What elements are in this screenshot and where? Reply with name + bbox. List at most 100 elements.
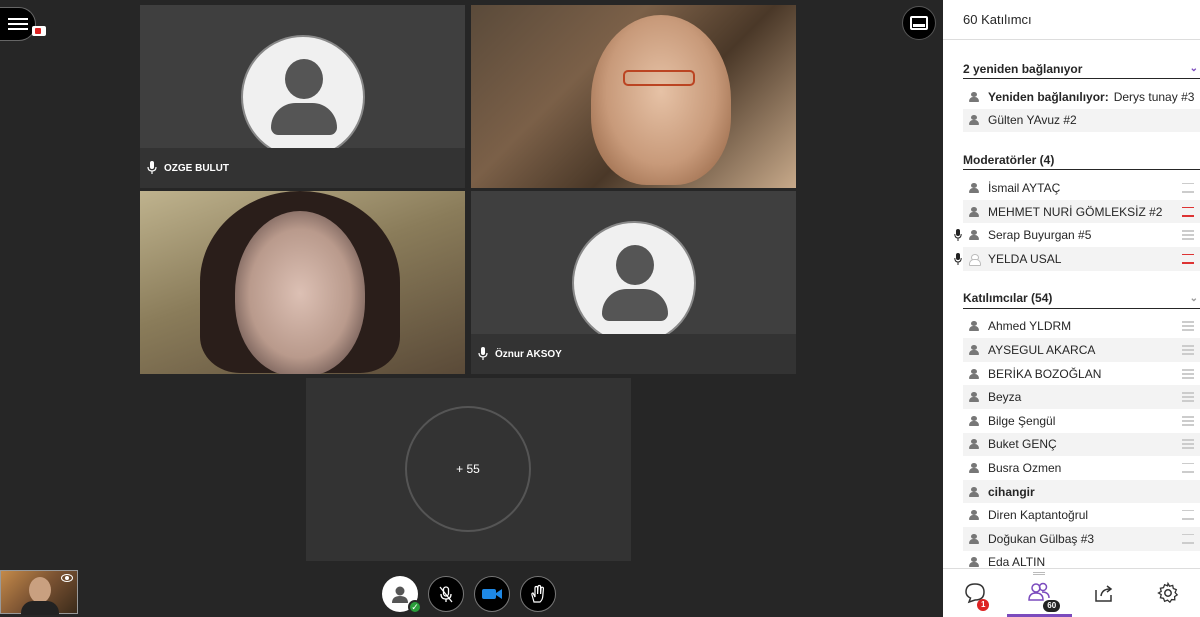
raise-hand-icon	[531, 584, 545, 603]
participant-video-feed	[591, 15, 731, 185]
participants-list[interactable]: 2 yeniden bağlanıyor ⌄ Yeniden bağlanılı…	[943, 41, 1200, 568]
video-tile-oznur-aksoy[interactable]: Öznur AKSOY	[471, 191, 796, 374]
microphone-icon	[478, 347, 488, 360]
layout-toggle-button[interactable]	[902, 6, 936, 40]
device-alert-icon	[1182, 206, 1194, 217]
raise-hand-button[interactable]	[520, 576, 556, 612]
list-item[interactable]: Ahmed YLDRM	[963, 315, 1200, 339]
device-icon	[1182, 321, 1194, 332]
tab-settings[interactable]	[1136, 569, 1200, 617]
section-participants[interactable]: Katılımcılar (54) ⌄	[963, 289, 1200, 309]
video-tile-ozge-bulut[interactable]: OZGE BULUT	[140, 5, 465, 188]
person-icon	[969, 91, 979, 102]
list-item[interactable]: Yeniden bağlanılıyor: Derys tunay #3	[963, 85, 1200, 109]
panel-title: 60 Katılımcı	[943, 0, 1200, 40]
participant-name: İsmail AYTAÇ	[988, 180, 1061, 195]
participant-name: Doğukan Gülbaş #3	[988, 531, 1095, 546]
hamburger-icon	[7, 18, 28, 30]
person-icon	[969, 206, 979, 217]
list-item[interactable]: AYSEGUL AKARCA	[963, 338, 1200, 362]
tile-participant-name: Öznur AKSOY	[495, 348, 562, 360]
participant-name: Bilge Şengül	[988, 413, 1056, 428]
eye-icon[interactable]	[61, 574, 73, 582]
section-moderators[interactable]: Moderatörler (4)	[963, 150, 1200, 171]
list-item[interactable]: Diren Kaptantoğrul	[963, 503, 1200, 527]
self-video-feed	[21, 577, 59, 615]
device-icon	[1182, 230, 1194, 241]
drag-handle-icon[interactable]	[1033, 572, 1046, 575]
participant-name: BERİKA BOZOĞLAN	[988, 366, 1102, 381]
more-participants-tile[interactable]: + 55	[306, 378, 631, 561]
person-icon	[969, 230, 979, 241]
video-tile-camera-2[interactable]	[140, 191, 465, 374]
list-item[interactable]: Bilge Şengül	[963, 409, 1200, 433]
person-icon	[969, 557, 979, 568]
participant-name: AYSEGUL AKARCA	[988, 342, 1096, 357]
tab-participants[interactable]: 60	[1007, 569, 1072, 617]
person-icon	[969, 392, 979, 403]
person-icon	[969, 368, 979, 379]
gear-icon	[1157, 581, 1179, 604]
list-item[interactable]: Beyza	[963, 385, 1200, 409]
person-icon	[969, 415, 979, 426]
tile-namebar: OZGE BULUT	[140, 148, 465, 188]
camera-icon	[482, 589, 502, 599]
list-item[interactable]: MEHMET NURİ GÖMLEKSİZ #2	[963, 199, 1200, 224]
person-icon	[969, 182, 979, 193]
list-item[interactable]: İsmail AYTAÇ	[963, 176, 1200, 200]
device-icon	[1182, 439, 1194, 450]
list-item[interactable]: BERİKA BOZOĞLAN	[963, 362, 1200, 386]
person-icon	[969, 439, 979, 450]
device-icon	[1182, 344, 1194, 355]
tab-chat[interactable]: 1	[943, 569, 1007, 617]
list-item[interactable]: Busra Ozmen	[963, 456, 1200, 480]
media-controls: ✓	[382, 576, 556, 614]
list-item[interactable]: Doğukan Gülbaş #3	[963, 526, 1200, 551]
section-options-icon[interactable]: ⌄	[1190, 293, 1200, 304]
device-icon	[1182, 510, 1194, 521]
participant-name: Gülten YAvuz #2	[988, 113, 1077, 128]
participant-name: Beyza	[988, 390, 1022, 405]
participant-name: Buket GENÇ	[988, 437, 1057, 452]
list-item[interactable]: cihangir	[963, 479, 1200, 504]
section-title-text: Katılımcılar (54)	[963, 291, 1053, 306]
camera-toggle-button[interactable]	[474, 576, 510, 612]
my-status-button[interactable]: ✓	[382, 576, 422, 614]
participant-name: Ahmed YLDRM	[988, 319, 1072, 334]
list-item[interactable]: Eda ALTIN	[963, 551, 1200, 568]
video-tile-camera-1[interactable]	[471, 5, 796, 188]
person-icon	[969, 115, 979, 126]
device-icon	[1182, 182, 1194, 193]
participant-name: Serap Buyurgan #5	[988, 228, 1092, 243]
recording-icon	[32, 26, 46, 36]
list-item[interactable]: Buket GENÇ	[963, 432, 1200, 457]
participant-name: MEHMET NURİ GÖMLEKSİZ #2	[988, 204, 1163, 219]
participant-name: Derys tunay #3	[1113, 89, 1195, 104]
participants-panel: 60 Katılımcı 2 yeniden bağlanıyor ⌄ Yeni…	[943, 0, 1200, 617]
panel-tabs: 1 60	[943, 568, 1200, 617]
screen-layout-icon	[910, 16, 928, 30]
participants-count-badge: 60	[1043, 600, 1061, 612]
self-view-video[interactable]	[0, 570, 78, 615]
share-icon	[1094, 585, 1112, 602]
more-participants-count: + 55	[405, 406, 531, 532]
video-stage: OZGE BULUT Öznur AKSOY + 55 ✓	[0, 0, 943, 617]
device-icon	[1182, 533, 1194, 544]
participant-name: Eda ALTIN	[988, 555, 1046, 568]
chat-unread-badge: 1	[977, 599, 990, 611]
list-item[interactable]: YELDA USAL	[954, 246, 1200, 271]
participant-rows: Ahmed YLDRM AYSEGUL AKARCA BERİKA BOZOĞL…	[943, 309, 1200, 568]
person-icon	[969, 510, 979, 521]
section-reconnecting[interactable]: 2 yeniden bağlanıyor ⌄	[963, 59, 1200, 79]
list-item[interactable]: Serap Buyurgan #5	[954, 223, 1200, 247]
person-icon	[969, 344, 979, 355]
participant-name: cihangir	[988, 484, 1035, 499]
person-icon	[969, 321, 979, 332]
microphone-toggle-button[interactable]	[428, 576, 464, 612]
tab-share-content[interactable]	[1072, 569, 1136, 617]
list-item[interactable]: Gülten YAvuz #2	[963, 108, 1200, 133]
microphone-icon	[954, 229, 962, 242]
session-menu-button[interactable]	[0, 7, 36, 41]
section-options-icon[interactable]: ⌄	[1190, 63, 1200, 74]
section-title-text: 2 yeniden bağlanıyor	[963, 61, 1083, 76]
